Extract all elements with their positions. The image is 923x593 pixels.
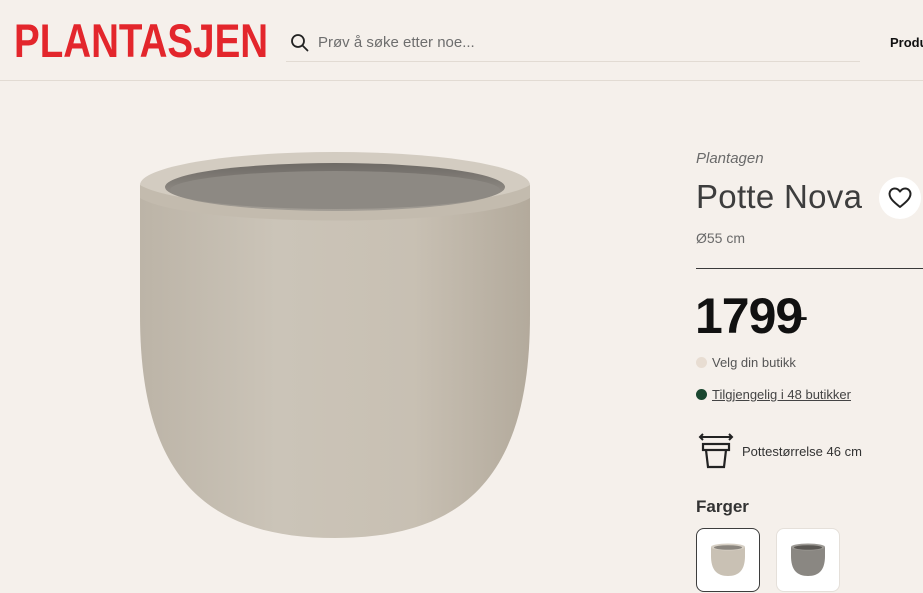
pot-size-label: Pottestørrelse 46 cm	[742, 443, 862, 459]
product-brand[interactable]: Plantagen	[696, 150, 764, 167]
price-suffix: ,-	[793, 304, 808, 331]
favorite-button[interactable]	[879, 177, 921, 219]
pot-thumbnail-beige	[711, 543, 745, 576]
color-swatch-beige[interactable]	[696, 528, 760, 592]
product-title: Potte Nova	[696, 178, 863, 215]
pot-size-icon	[698, 433, 734, 469]
pot-size-info: Pottestørrelse 46 cm	[698, 432, 862, 470]
divider	[696, 268, 923, 269]
product-price: 1799	[695, 288, 803, 344]
store-status-dot	[696, 357, 707, 368]
heart-icon	[888, 187, 912, 208]
color-swatch-grey[interactable]	[776, 528, 840, 592]
search-input[interactable]	[318, 34, 798, 51]
availability-dot	[696, 389, 707, 400]
availability-row[interactable]: Tilgjengelig i 48 butikker	[696, 387, 851, 402]
store-select-label[interactable]: Velg din butikk	[712, 355, 796, 370]
search-icon	[291, 33, 309, 51]
search-bar[interactable]	[286, 24, 860, 62]
colors-heading: Farger	[696, 497, 749, 516]
store-select-row[interactable]: Velg din butikk	[696, 355, 796, 370]
site-logo[interactable]: PLANTASJEN	[14, 16, 268, 66]
pot-thumbnail-grey	[791, 543, 825, 576]
product-size: Ø55 cm	[696, 230, 746, 246]
product-image	[140, 152, 530, 538]
site-header: PLANTASJEN Produ	[0, 0, 923, 81]
availability-link[interactable]: Tilgjengelig i 48 butikker	[712, 387, 851, 402]
nav-link-products[interactable]: Produ	[890, 35, 923, 50]
